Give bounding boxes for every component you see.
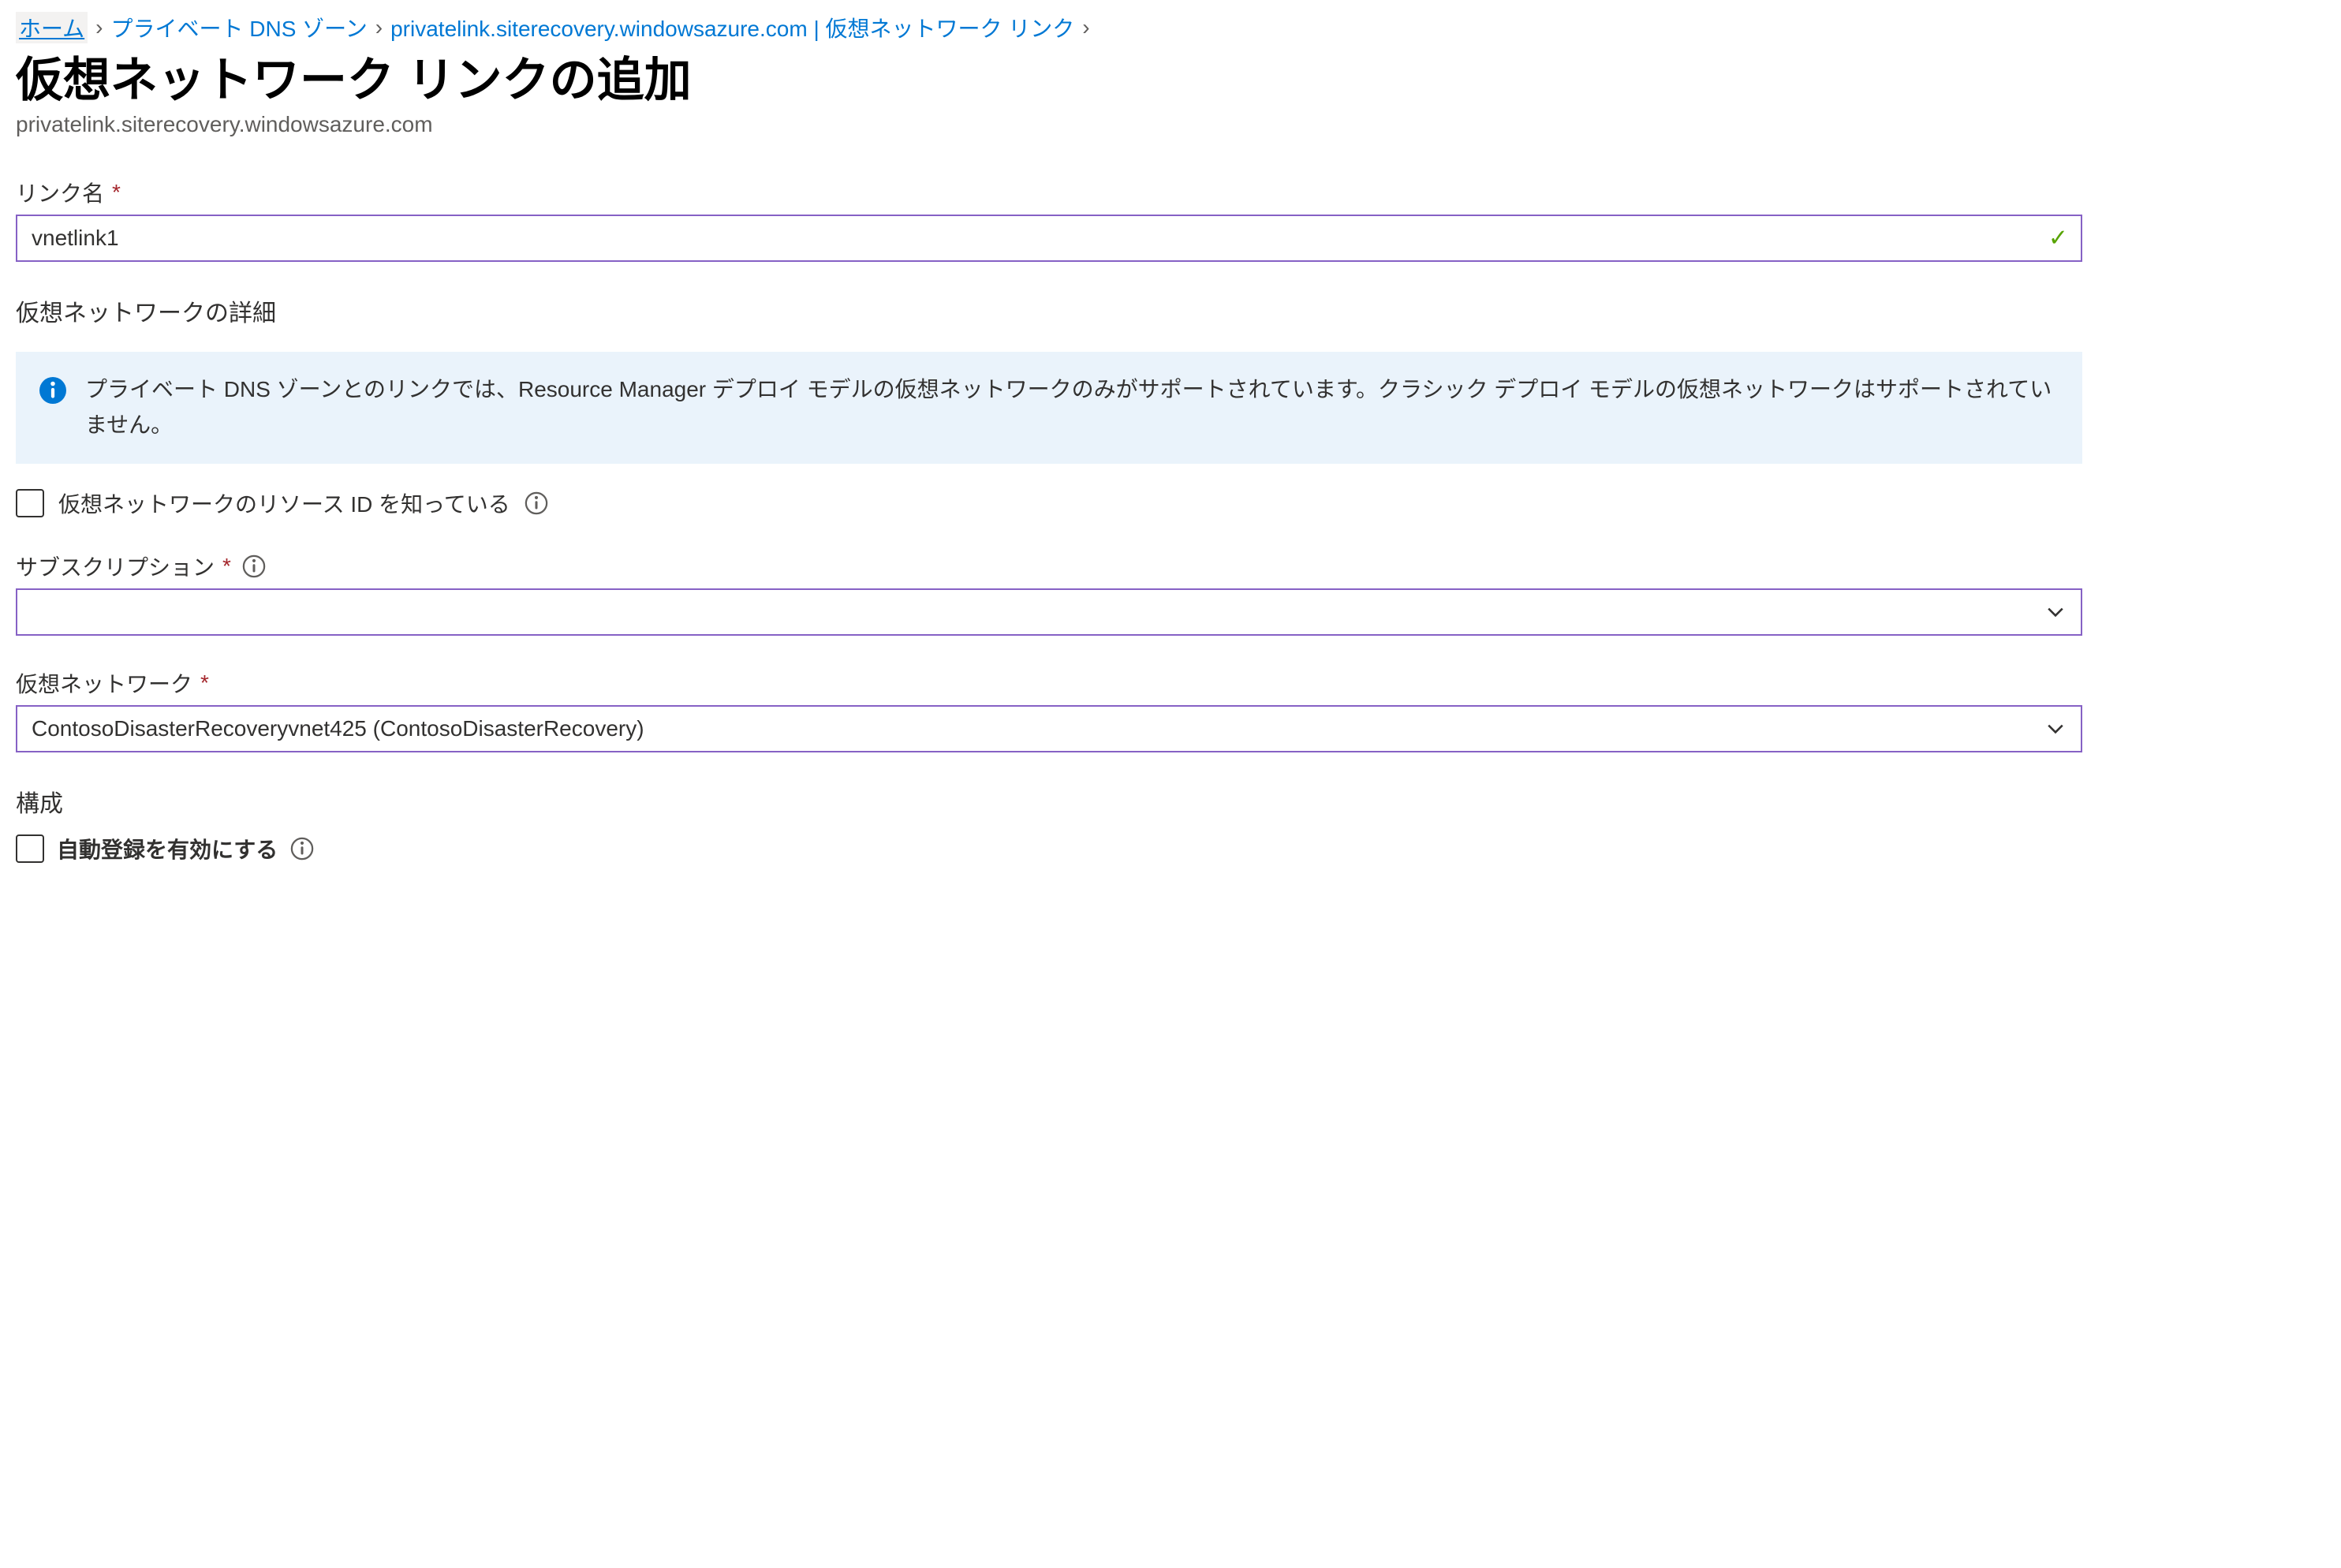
chevron-right-icon: › (1082, 15, 1089, 40)
info-icon (39, 377, 66, 404)
required-indicator: * (222, 554, 231, 579)
chevron-right-icon: › (375, 15, 383, 40)
required-indicator: * (200, 670, 209, 696)
breadcrumb-dns-zones[interactable]: プライベート DNS ゾーン (111, 12, 368, 43)
chevron-down-icon (2044, 601, 2067, 623)
valid-check-icon: ✓ (2048, 225, 2068, 252)
auto-registration-checkbox[interactable] (16, 834, 44, 863)
know-resource-id-checkbox[interactable] (16, 489, 44, 517)
info-box: プライベート DNS ゾーンとのリンクでは、Resource Manager デ… (16, 352, 2082, 464)
help-icon[interactable] (290, 837, 314, 861)
subscription-select[interactable] (16, 588, 2082, 636)
breadcrumb-home[interactable]: ホーム (16, 12, 88, 43)
link-name-input[interactable] (16, 215, 2082, 262)
subscription-value (17, 590, 2081, 634)
know-resource-id-row: 仮想ネットワークのリソース ID を知っている (16, 487, 2082, 519)
breadcrumb-zone[interactable]: privatelink.siterecovery.windowsazure.co… (390, 12, 1074, 43)
page-title: 仮想ネットワーク リンクの追加 (16, 53, 2325, 107)
page-subtitle: privatelink.siterecovery.windowsazure.co… (16, 112, 2325, 137)
info-text: プライベート DNS ゾーンとのリンクでは、Resource Manager デ… (85, 372, 2059, 443)
auto-registration-label: 自動登録を有効にする (57, 833, 278, 864)
chevron-right-icon: › (95, 15, 103, 40)
config-heading: 構成 (16, 784, 2082, 819)
auto-registration-row: 自動登録を有効にする (16, 833, 2082, 864)
know-resource-id-label: 仮想ネットワークのリソース ID を知っている (58, 487, 510, 519)
help-icon[interactable] (242, 554, 266, 578)
chevron-down-icon (2044, 718, 2067, 740)
vnet-value: ContosoDisasterRecoveryvnet425 (ContosoD… (17, 707, 2081, 751)
vnet-details-heading: 仮想ネットワークの詳細 (16, 293, 2082, 328)
breadcrumb: ホーム › プライベート DNS ゾーン › privatelink.siter… (16, 12, 2325, 43)
vnet-select[interactable]: ContosoDisasterRecoveryvnet425 (ContosoD… (16, 705, 2082, 752)
link-name-label: リンク名* (16, 177, 2082, 208)
subscription-label: サブスクリプション* (16, 551, 2082, 582)
vnet-label: 仮想ネットワーク* (16, 667, 2082, 699)
required-indicator: * (112, 180, 121, 205)
help-icon[interactable] (525, 491, 548, 515)
